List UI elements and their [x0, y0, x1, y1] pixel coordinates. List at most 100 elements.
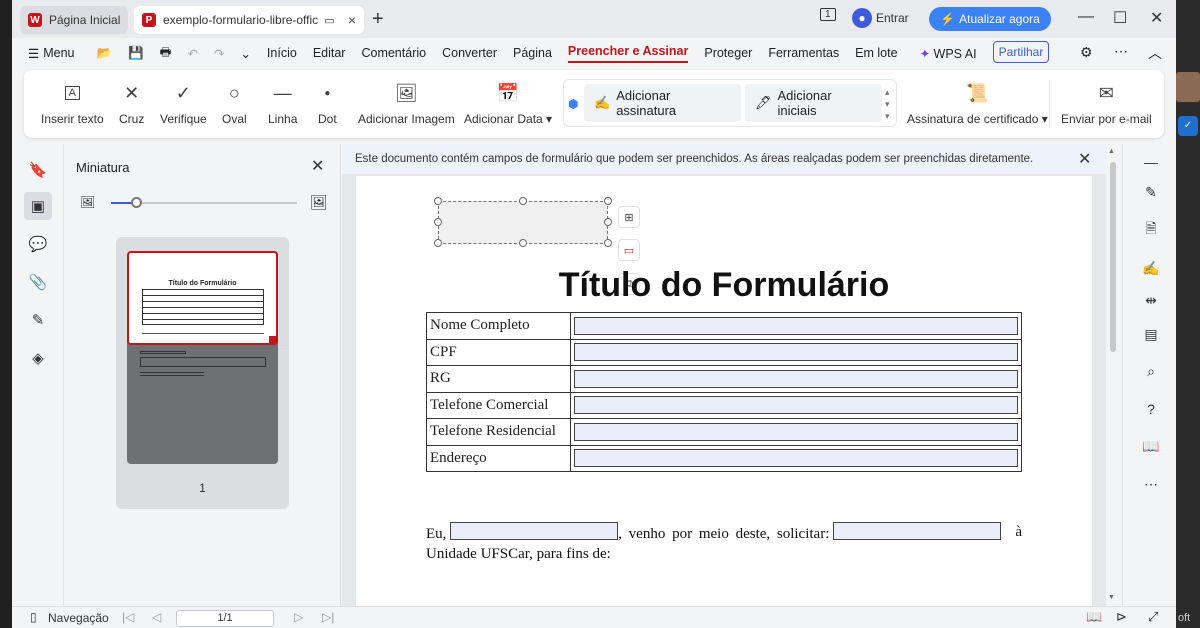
menu-pagina[interactable]: Página: [513, 46, 552, 60]
add-image-button[interactable]: 🖼 Adicionar Imagem: [358, 82, 455, 127]
page-thumbnail[interactable]: Título do Formulário 1: [116, 237, 289, 509]
resize-handle-b[interactable]: [519, 239, 527, 247]
save-icon[interactable]: 💾: [128, 46, 144, 61]
more-options-icon[interactable]: ⋯: [1139, 472, 1163, 496]
dot-button[interactable]: ● Dot: [318, 82, 337, 127]
search-icon[interactable]: ⌕: [1139, 359, 1163, 383]
zoom-out-image-icon[interactable]: 🖼: [80, 195, 95, 209]
maximize-button[interactable]: ☐: [1113, 8, 1127, 28]
close-notice-icon[interactable]: ✕: [1078, 149, 1091, 169]
hamburger-icon[interactable]: ☰: [28, 46, 39, 61]
resize-handle-r[interactable]: [604, 218, 612, 226]
document-icon[interactable]: 🗎: [1139, 218, 1163, 242]
scrollbar-thumb[interactable]: [1110, 162, 1116, 352]
menu-em-lote[interactable]: Em lote: [855, 46, 897, 60]
open-folder-icon[interactable]: 📂: [97, 46, 113, 61]
cert-signature-button[interactable]: 📜 Assinatura de certificado ▾: [907, 82, 1048, 127]
bookmark-icon[interactable]: 🔖: [24, 156, 52, 184]
fill-sign-icon[interactable]: ✍: [1139, 256, 1163, 280]
tab-home[interactable]: W Página Inicial: [20, 6, 128, 34]
delete-field-icon[interactable]: ▭: [618, 239, 640, 261]
scroll-up-icon[interactable]: ▲: [1108, 148, 1115, 155]
share-button[interactable]: Partilhar: [993, 41, 1049, 63]
menu-comentario[interactable]: Comentário: [361, 46, 426, 60]
insert-text-button[interactable]: A Inserir texto: [41, 82, 104, 126]
name-inline-input[interactable]: [450, 522, 619, 540]
resize-handle-t[interactable]: [519, 197, 527, 205]
fullscreen-icon[interactable]: ⤢: [1148, 609, 1158, 625]
navigation-label[interactable]: Navegação: [48, 611, 109, 625]
selected-image-placeholder[interactable]: [438, 201, 608, 244]
cross-button[interactable]: ✕ Cruz: [119, 82, 144, 127]
layers-icon[interactable]: ◈: [24, 344, 52, 372]
field-properties-icon[interactable]: ⊞: [618, 206, 640, 228]
send-email-button[interactable]: ✉ Enviar por e-mail: [1061, 82, 1152, 127]
close-tab-icon[interactable]: ×: [348, 12, 356, 28]
collapse-ribbon-icon[interactable]: ︿: [1148, 43, 1162, 63]
resize-handle-bl[interactable]: [434, 239, 442, 247]
book-add-icon[interactable]: 📖: [1139, 434, 1163, 458]
menu-ferramentas[interactable]: Ferramentas: [768, 46, 839, 60]
wps-ai-button[interactable]: ✦ WPS AI: [920, 46, 977, 61]
compare-icon[interactable]: ⇹: [1139, 288, 1163, 312]
telefone-comercial-input[interactable]: [574, 396, 1018, 415]
reading-mode-icon[interactable]: 📖: [1086, 609, 1102, 625]
menu-button[interactable]: Menu: [43, 46, 74, 60]
new-tab-button[interactable]: +: [372, 8, 384, 31]
endereco-input[interactable]: [574, 449, 1018, 468]
close-panel-icon[interactable]: ✕: [311, 156, 324, 176]
oval-button[interactable]: ○ Oval: [222, 82, 247, 127]
more-icon[interactable]: ⋯: [1114, 43, 1128, 60]
settings-icon[interactable]: ⚙: [1080, 44, 1093, 61]
sign-icon[interactable]: ✎: [24, 306, 52, 334]
telefone-residencial-input[interactable]: [574, 422, 1018, 441]
nome-completo-input[interactable]: [574, 316, 1018, 335]
page-number-input[interactable]: 1/1: [176, 610, 274, 627]
chevron-down-icon[interactable]: ⌄: [240, 46, 250, 61]
line-button[interactable]: — Linha: [268, 82, 297, 127]
first-page-icon[interactable]: |◁: [122, 610, 134, 624]
tab-document[interactable]: P exemplo-formulario-libre-offic ▭ ×: [134, 6, 364, 34]
signin-button[interactable]: ● Entrar: [852, 8, 909, 28]
close-window-button[interactable]: ✕: [1150, 8, 1163, 28]
resize-handle-br[interactable]: [604, 239, 612, 247]
menu-converter[interactable]: Converter: [442, 46, 497, 60]
vertical-scrollbar[interactable]: ▲ ▼: [1108, 148, 1118, 606]
add-date-button[interactable]: 📅 Adicionar Data ▾: [464, 82, 552, 127]
window-switcher-icon[interactable]: 1: [820, 8, 836, 21]
menu-preencher-assinar[interactable]: Preencher e Assinar: [567, 44, 689, 63]
last-page-icon[interactable]: ▷|: [322, 610, 334, 624]
undo-icon[interactable]: ↶: [187, 46, 197, 61]
collapse-right-icon[interactable]: —: [1139, 150, 1163, 174]
scroll-down-icon[interactable]: ▼: [1108, 594, 1115, 601]
cpf-input[interactable]: [574, 343, 1018, 362]
attachment-icon[interactable]: 📎: [24, 268, 52, 296]
thumbnail-icon[interactable]: ▣: [24, 192, 52, 220]
request-inline-input[interactable]: [833, 522, 1002, 540]
resize-handle-l[interactable]: [434, 218, 442, 226]
scroll-gallery-icon[interactable]: ▴ ▾ ▾: [885, 86, 890, 122]
help-icon[interactable]: ?: [1139, 397, 1163, 421]
slider-knob[interactable]: [131, 197, 142, 208]
next-page-icon[interactable]: ▷: [294, 610, 303, 624]
add-initials-button[interactable]: 🖊 Adicionar iniciais: [745, 84, 882, 122]
rg-input[interactable]: [574, 369, 1018, 388]
zoom-in-image-icon[interactable]: 🖼: [310, 194, 328, 211]
update-now-button[interactable]: ⚡ Atualizar agora: [929, 7, 1051, 31]
check-button[interactable]: ✓ Verifique: [160, 82, 207, 127]
redo-icon[interactable]: ↷: [214, 46, 224, 61]
play-icon[interactable]: ⊳: [1116, 609, 1127, 625]
comment-icon[interactable]: 💬: [24, 230, 52, 258]
form-icon[interactable]: ▤: [1139, 322, 1163, 346]
menu-inicio[interactable]: Início: [267, 46, 297, 60]
print-icon[interactable]: 🖶: [160, 43, 172, 64]
minimize-button[interactable]: —: [1078, 8, 1094, 26]
menu-editar[interactable]: Editar: [313, 46, 346, 60]
add-signature-button[interactable]: ✍ Adicionar assinatura: [584, 84, 741, 122]
navigation-icon[interactable]: ▯: [30, 610, 37, 624]
resize-handle-tr[interactable]: [604, 197, 612, 205]
menu-proteger[interactable]: Proteger: [704, 46, 752, 60]
edit-icon[interactable]: ✎: [1139, 180, 1163, 204]
prev-page-icon[interactable]: ◁: [152, 610, 161, 624]
resize-handle-tl[interactable]: [434, 197, 442, 205]
